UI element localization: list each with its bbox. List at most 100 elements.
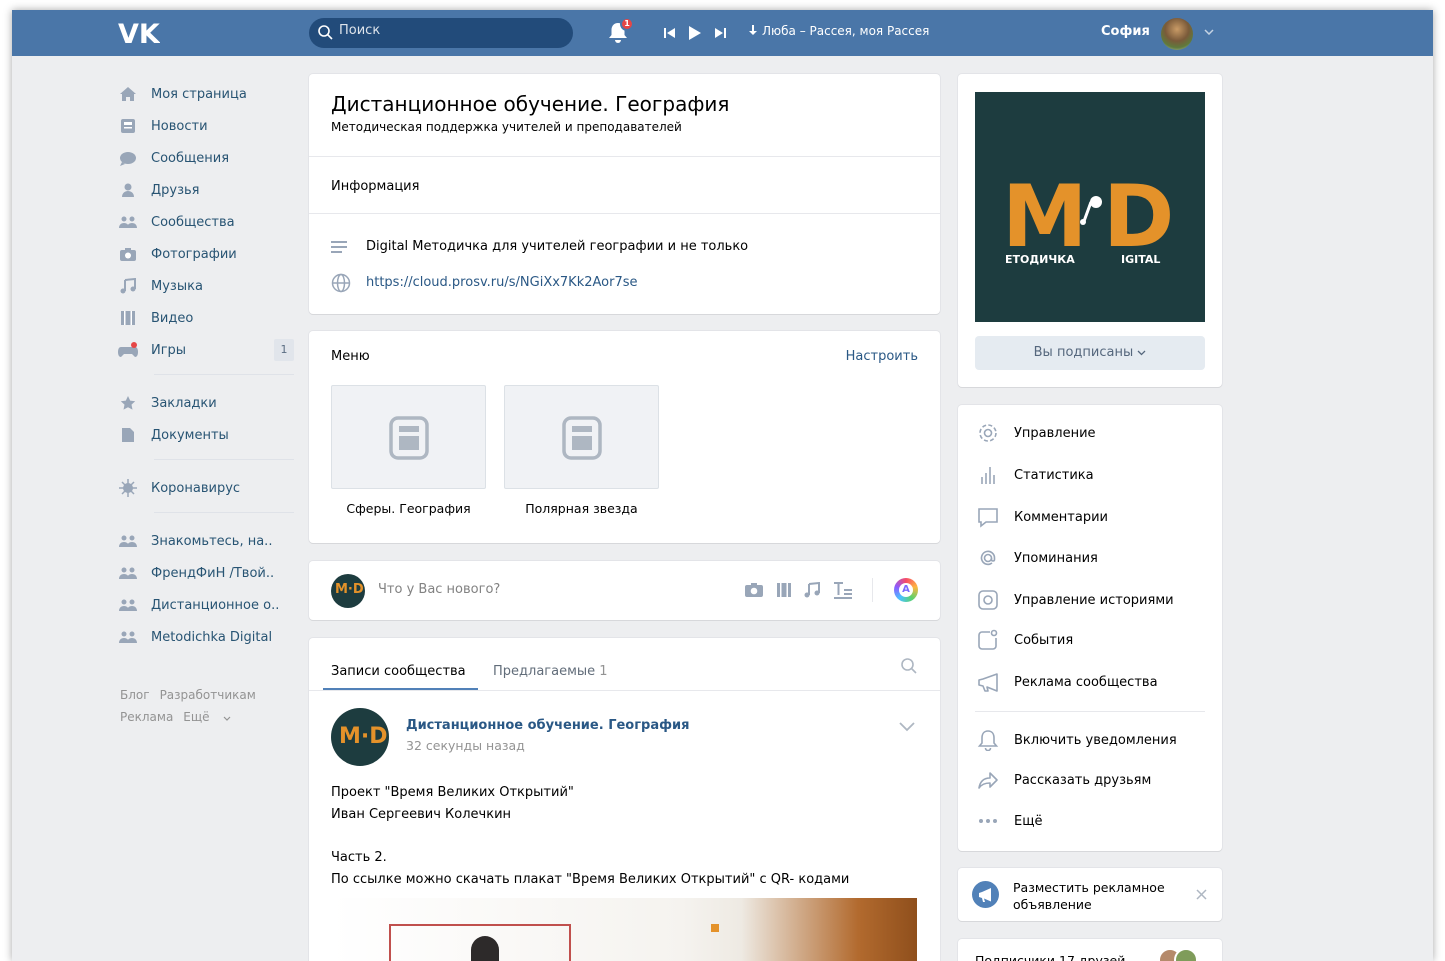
user-avatar[interactable]	[1161, 18, 1193, 50]
subscribed-button[interactable]: Вы подписаны	[975, 336, 1205, 370]
action-comments[interactable]: Комментарии	[976, 505, 1108, 529]
action-community-ads[interactable]: Реклама сообщества	[976, 670, 1158, 694]
sidebar-community-link[interactable]: ФрендФиН /Твой..	[118, 557, 294, 589]
friend-avatar[interactable]	[1174, 948, 1198, 961]
action-more[interactable]: Ещё	[976, 809, 1042, 833]
divider	[309, 156, 940, 157]
menu-tile-label[interactable]: Сферы. География	[331, 501, 486, 516]
action-label: Реклама сообщества	[1014, 674, 1158, 690]
footer-link-ads[interactable]: Реклама	[120, 710, 173, 724]
group-header: Дистанционное обучение. География Методи…	[331, 92, 729, 134]
previous-track-icon[interactable]	[664, 27, 676, 39]
description-icon	[331, 241, 347, 253]
create-ad-line: объявление	[1013, 897, 1092, 912]
chevron-down-icon[interactable]	[899, 722, 915, 732]
post-text-spacer	[331, 826, 849, 847]
music-icon[interactable]	[804, 582, 820, 598]
share-icon	[976, 768, 1000, 792]
vk-logo[interactable]: VK	[118, 19, 160, 47]
sidebar-community-link[interactable]: Знакомьтесь, на..	[118, 525, 294, 557]
sidebar-item-groups[interactable]: Сообщества	[118, 206, 294, 238]
groups-icon	[118, 627, 138, 647]
action-enable-notifications[interactable]: Включить уведомления	[976, 728, 1177, 752]
footer-link-more[interactable]: Ещё	[183, 710, 231, 724]
video-icon[interactable]	[776, 582, 792, 598]
logo-word-right: IGITAL	[1121, 253, 1160, 266]
action-label: Статистика	[1014, 467, 1094, 483]
action-label: Ещё	[1014, 813, 1043, 829]
post-time[interactable]: 32 секунды назад	[406, 738, 525, 753]
camera-icon[interactable]	[744, 582, 764, 598]
chevron-down-icon[interactable]	[1204, 29, 1214, 35]
event-icon	[976, 628, 1000, 652]
sidebar-footer: Блог Разработчикам Реклама Ещё	[120, 684, 300, 728]
logo-word-left: ЕТОДИЧКА	[1005, 253, 1075, 266]
action-events[interactable]: События	[976, 628, 1073, 652]
search-icon	[318, 25, 333, 40]
sidebar-divider	[154, 459, 294, 460]
search-icon[interactable]	[901, 658, 917, 674]
text-article-icon[interactable]	[833, 582, 853, 600]
story-icon[interactable]: A	[894, 578, 918, 602]
sidebar-item-documents[interactable]: Документы	[118, 419, 294, 451]
sidebar-item-music[interactable]: Музыка	[118, 270, 294, 302]
md-logo: M D ЕТОДИЧКА IGITAL	[1002, 167, 1174, 267]
group-avatar: M·D	[331, 574, 365, 608]
wall-block: Записи сообщества Предлагаемые 1 M·D Дис…	[309, 638, 940, 961]
sidebar-item-label: Видео	[151, 310, 194, 326]
sidebar-item-photos[interactable]: Фотографии	[118, 238, 294, 270]
sidebar-item-messages[interactable]: Сообщения	[118, 142, 294, 174]
next-track-icon[interactable]	[714, 27, 726, 39]
sidebar-community-link[interactable]: Metodichka Digital	[118, 621, 294, 653]
menu-configure-link[interactable]: Настроить	[846, 349, 918, 364]
comment-icon	[976, 505, 1000, 529]
sidebar-item-label: Сообщения	[151, 150, 230, 166]
action-tell-friends[interactable]: Рассказать друзьям	[976, 768, 1151, 792]
post-image[interactable]	[331, 898, 917, 961]
tab-suggested[interactable]: Предлагаемые 1	[493, 664, 608, 679]
composer-input[interactable]: Что у Вас нового?	[378, 582, 500, 597]
sidebar-item-bookmarks[interactable]: Закладки	[118, 387, 294, 419]
tab-suggested-label: Предлагаемые	[493, 664, 596, 679]
sidebar-item-news[interactable]: Новости	[118, 110, 294, 142]
post-author-avatar[interactable]: M·D	[331, 708, 389, 766]
left-sidebar: Моя страница Новости Сообщения Друзья Со…	[118, 78, 294, 653]
play-icon[interactable]	[688, 25, 702, 41]
post-author-name[interactable]: Дистанционное обучение. География	[406, 718, 689, 733]
search-input[interactable]: Поиск	[309, 18, 573, 48]
action-statistics[interactable]: Статистика	[976, 463, 1094, 487]
action-mentions[interactable]: Упоминания	[976, 546, 1098, 570]
menu-tile-polar-star[interactable]	[504, 385, 659, 489]
menu-tile-label[interactable]: Полярная звезда	[504, 501, 659, 516]
group-website-link[interactable]: https://cloud.prosv.ru/s/NGiXx7Kk2Aor7se	[366, 275, 638, 290]
sidebar-item-friends[interactable]: Друзья	[118, 174, 294, 206]
action-label: Упоминания	[1014, 550, 1098, 566]
music-icon	[118, 276, 138, 296]
user-name[interactable]: София	[1101, 24, 1150, 39]
footer-link-developers[interactable]: Разработчикам	[160, 688, 256, 702]
menu-tile-spheres[interactable]	[331, 385, 486, 489]
close-icon[interactable]	[1196, 889, 1207, 900]
sidebar-item-label: Документы	[151, 427, 229, 443]
sidebar-item-my-page[interactable]: Моя страница	[118, 78, 294, 110]
action-manage[interactable]: Управление	[976, 421, 1096, 445]
sidebar-item-label: Музыка	[151, 278, 203, 294]
action-label: События	[1014, 632, 1074, 648]
action-manage-stories[interactable]: Управление историями	[976, 588, 1174, 612]
create-ad-block[interactable]: Разместить рекламное объявление	[958, 868, 1222, 921]
footer-link-blog[interactable]: Блог	[120, 688, 150, 702]
subscribers-title[interactable]: Подписчики 17 друзей	[975, 953, 1125, 961]
groups-icon	[118, 595, 138, 615]
now-playing[interactable]: Люба – Рассея, моя Рассея	[748, 24, 929, 38]
post-composer: M·D Что у Вас нового? A	[309, 561, 940, 620]
group-avatar-large[interactable]: M D ЕТОДИЧКА IGITAL	[975, 92, 1205, 322]
star-icon	[118, 393, 138, 413]
camera-icon	[118, 244, 138, 264]
sidebar-item-coronavirus[interactable]: Коронавирус	[118, 472, 294, 504]
sidebar-community-link[interactable]: Дистанционное о..	[118, 589, 294, 621]
groups-icon	[118, 212, 138, 232]
stories-icon	[976, 588, 1000, 612]
sidebar-item-games[interactable]: Игры 1	[118, 334, 294, 366]
sidebar-item-video[interactable]: Видео	[118, 302, 294, 334]
tab-community-posts[interactable]: Записи сообщества	[331, 664, 466, 679]
